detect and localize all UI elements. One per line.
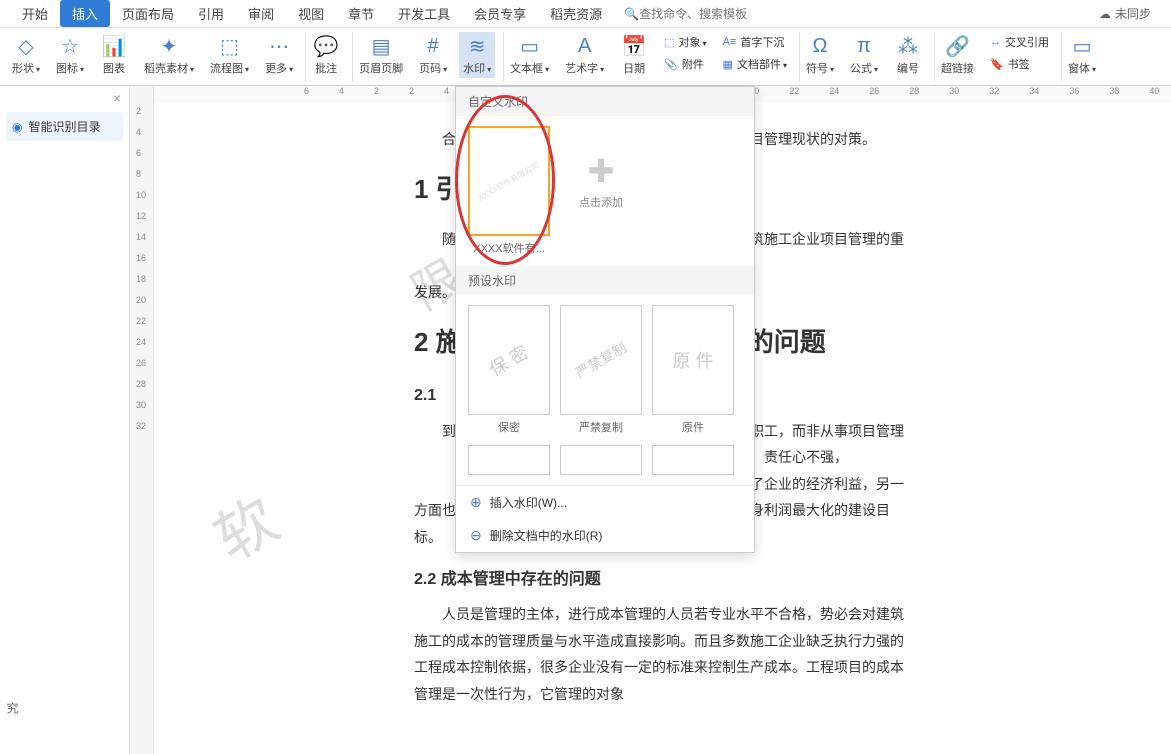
window-button[interactable]: ▭窗体	[1064, 32, 1100, 78]
attach-button[interactable]: 📎附件	[660, 54, 710, 74]
comment-icon: 💬	[314, 34, 338, 58]
watermark-dropdown: 自定义水印 XXXX软件有限公司 XXXX软件有... ✚ 点击添加 预设水印 …	[455, 86, 755, 553]
preset-watermark-original[interactable]: 原 件	[652, 305, 734, 415]
flowchart-icon: ⬚	[218, 34, 242, 58]
preset-watermark-more-3[interactable]	[652, 445, 734, 475]
bookmark-icon: 🔖	[990, 58, 1004, 71]
docer-icon: ✦	[157, 34, 181, 58]
more-icon: ⋯	[267, 34, 291, 58]
smart-toc-label: 智能识别目录	[28, 118, 100, 135]
object-button[interactable]: ⬚对象	[660, 32, 710, 52]
heading-2-2: 2.2 成本管理中存在的问题	[414, 565, 911, 595]
shapes-button[interactable]: ◇形状	[8, 32, 44, 78]
date-icon: 📅	[622, 34, 646, 58]
preset-watermark-more-1[interactable]	[468, 445, 550, 475]
tab-layout[interactable]: 页面布局	[110, 0, 186, 27]
parts-icon: ▦	[723, 58, 733, 71]
tab-devtools[interactable]: 开发工具	[386, 0, 462, 27]
number-button[interactable]: ⁂编号	[890, 32, 926, 78]
paragraph: 人员是管理的主体，进行成本管理的人员若专业水平不合格，势必会对建筑施工的成本的管…	[414, 601, 911, 707]
textbox-button[interactable]: ▭文本框	[506, 32, 553, 78]
comment-button[interactable]: 💬批注	[308, 32, 344, 78]
sidebar-close-button[interactable]: ×	[113, 90, 121, 106]
search-input[interactable]	[639, 7, 759, 21]
tab-chapter[interactable]: 章节	[336, 0, 386, 27]
tab-insert[interactable]: 插入	[60, 0, 110, 27]
icons-button[interactable]: ☆图标	[52, 32, 88, 78]
custom-wm-label: XXXX软件有...	[473, 240, 545, 256]
tab-view[interactable]: 视图	[286, 0, 336, 27]
remove-watermark-menu[interactable]: ⊖ 删除文档中的水印(R)	[456, 519, 754, 552]
dropcap-icon: A≡	[723, 36, 737, 48]
watermark-icon: ≋	[465, 34, 489, 58]
attach-icon: 📎	[664, 58, 678, 71]
header-icon: ▤	[369, 34, 393, 58]
preset-watermark-more-2[interactable]	[560, 445, 642, 475]
watermark-button[interactable]: ≋水印	[459, 32, 495, 78]
tab-reference[interactable]: 引用	[186, 0, 236, 27]
parts-button[interactable]: ▦文档部件	[719, 54, 791, 74]
page-watermark: 软	[196, 473, 291, 578]
preset-watermark-confidential[interactable]: 保 密	[468, 305, 550, 415]
custom-watermark-title: 自定义水印	[456, 87, 754, 116]
chart-button[interactable]: 📊图表	[96, 32, 132, 78]
icons-icon: ☆	[58, 34, 82, 58]
watermark-preview-text: XXXX软件有限公司	[476, 159, 542, 203]
crossref-button[interactable]: ↔交叉引用	[986, 32, 1053, 52]
header-footer-button[interactable]: ▤页眉页脚	[355, 32, 407, 78]
link-icon: 🔗	[946, 34, 970, 58]
bookmark-button[interactable]: 🔖书签	[986, 54, 1053, 74]
cloud-icon: ☁	[1099, 7, 1111, 21]
symbol-button[interactable]: Ω符号	[802, 32, 838, 78]
custom-watermark-item[interactable]: XXXX软件有限公司	[468, 126, 550, 236]
tab-member[interactable]: 会员专享	[462, 0, 538, 27]
ribbon: ◇形状 ☆图标 📊图表 ✦稻壳素材 ⬚流程图 ⋯更多 💬批注 ▤页眉页脚 #页码…	[0, 28, 1171, 86]
remove-icon: ⊖	[470, 527, 482, 544]
smart-toc-item[interactable]: ◉ 智能识别目录	[6, 112, 123, 141]
chart-icon: 📊	[102, 34, 126, 58]
insert-icon: ⊕	[470, 494, 482, 511]
search-icon: 🔍	[624, 7, 639, 21]
tab-bar: 开始 插入 页面布局 引用 审阅 视图 章节 开发工具 会员专享 稻壳资源 🔍 …	[0, 0, 1171, 28]
wordart-button[interactable]: A艺术字	[561, 32, 608, 78]
flowchart-button[interactable]: ⬚流程图	[206, 32, 253, 78]
plus-icon: ✚	[588, 152, 615, 190]
hyperlink-button[interactable]: 🔗超链接	[937, 32, 978, 78]
preset-watermark-title: 预设水印	[456, 266, 754, 295]
command-search[interactable]: 🔍	[624, 7, 759, 21]
pageno-icon: #	[421, 34, 445, 58]
tab-review[interactable]: 审阅	[236, 0, 286, 27]
dropcap-button[interactable]: A≡首字下沉	[719, 32, 791, 52]
wordart-icon: A	[573, 34, 597, 58]
window-icon: ▭	[1070, 34, 1094, 58]
formula-icon: π	[852, 34, 876, 58]
shapes-icon: ◇	[14, 34, 38, 58]
vertical-ruler[interactable]: 2468101214161820222426283032	[130, 86, 154, 754]
sidebar-vertical-text: 究	[4, 702, 21, 714]
crossref-icon: ↔	[990, 36, 1001, 48]
number-icon: ⁂	[896, 34, 920, 58]
sync-status[interactable]: ☁ 未同步	[1099, 5, 1151, 22]
tab-start[interactable]: 开始	[10, 0, 60, 27]
tab-docer[interactable]: 稻壳资源	[538, 0, 614, 27]
object-icon: ⬚	[664, 36, 674, 49]
add-label: 点击添加	[579, 194, 623, 210]
more-button[interactable]: ⋯更多	[261, 32, 297, 78]
symbol-icon: Ω	[808, 34, 832, 58]
insert-watermark-menu[interactable]: ⊕ 插入水印(W)...	[456, 486, 754, 519]
sidebar: × ◉ 智能识别目录 究	[0, 86, 130, 754]
formula-button[interactable]: π公式	[846, 32, 882, 78]
preset-watermark-nocopy[interactable]: 严禁复制	[560, 305, 642, 415]
add-watermark-button[interactable]: ✚ 点击添加	[560, 126, 642, 236]
toc-icon: ◉	[12, 120, 22, 134]
textbox-icon: ▭	[518, 34, 542, 58]
page-number-button[interactable]: #页码	[415, 32, 451, 78]
date-button[interactable]: 📅日期	[616, 32, 652, 78]
sync-label: 未同步	[1115, 5, 1151, 22]
docer-button[interactable]: ✦稻壳素材	[140, 32, 198, 78]
